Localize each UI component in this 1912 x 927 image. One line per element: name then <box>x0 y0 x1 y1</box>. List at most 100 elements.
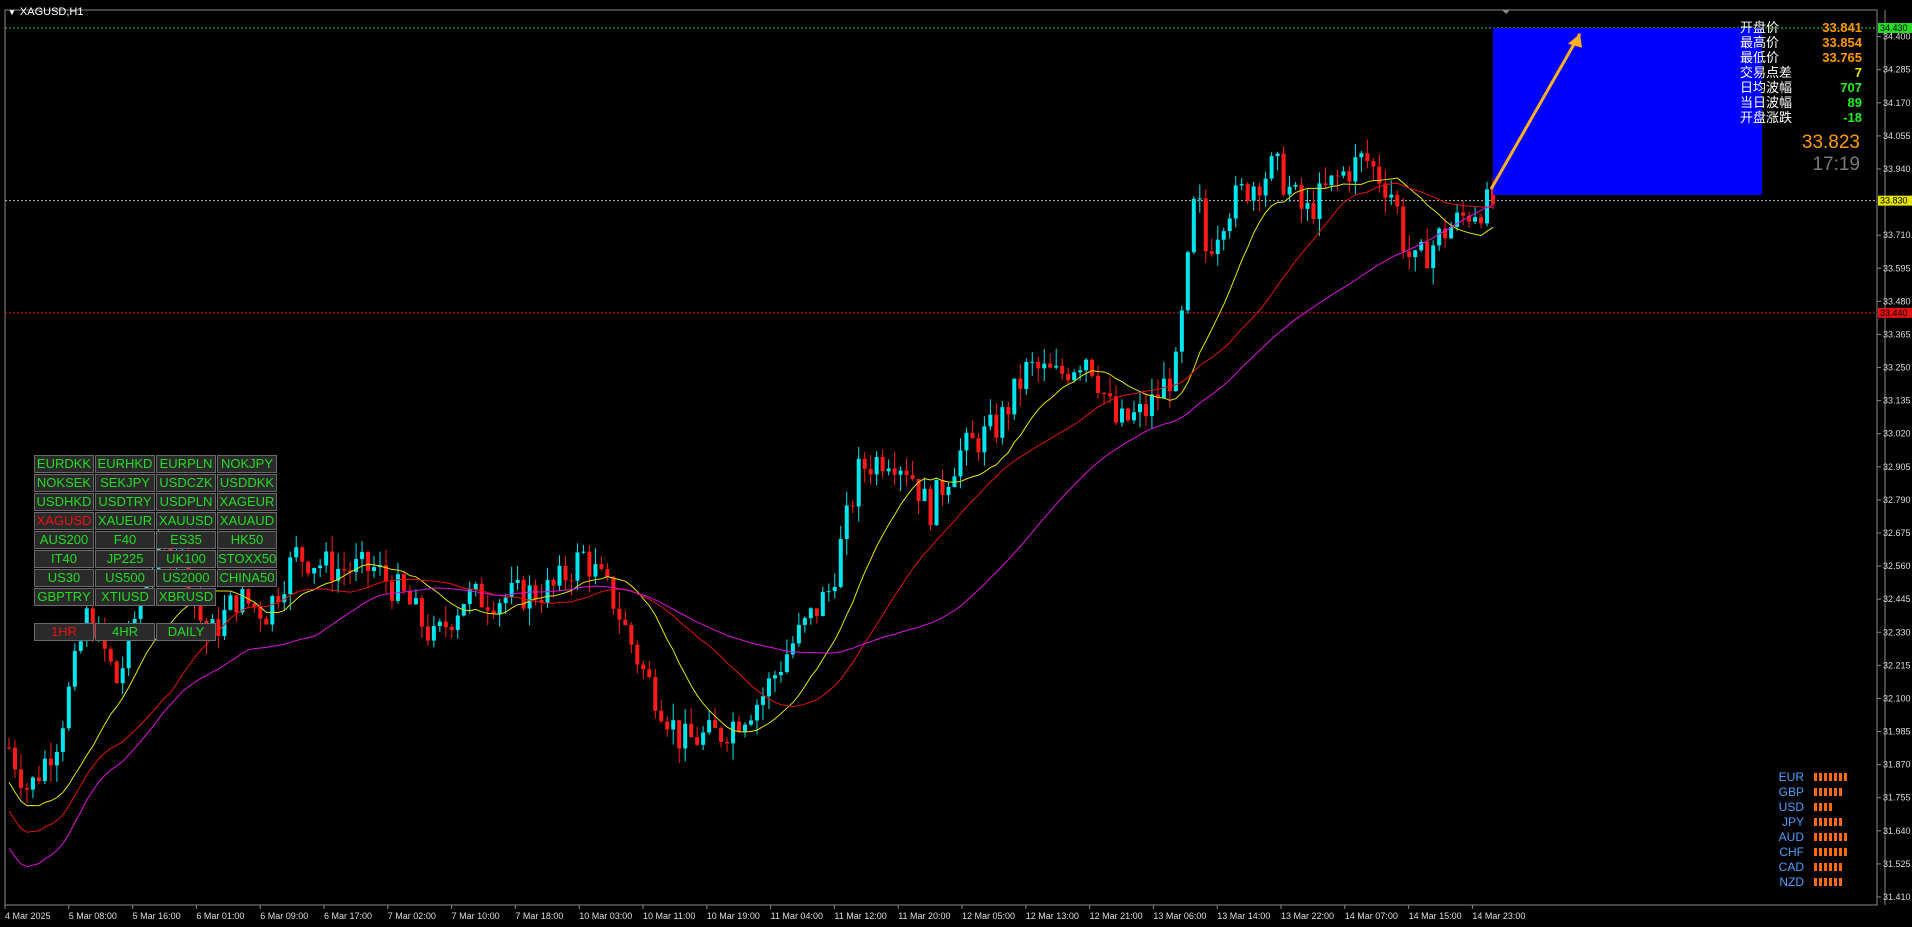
candle-body <box>1072 372 1077 381</box>
y-tick-label: 34.170 <box>1883 98 1911 108</box>
x-tick-label: 13 Mar 22:00 <box>1281 911 1334 921</box>
x-tick-label: 11 Mar 20:00 <box>898 911 950 921</box>
candle-body <box>1479 217 1484 224</box>
symbol-button-us30[interactable]: US30 <box>34 569 94 587</box>
symbol-button-usddkk[interactable]: USDDKK <box>217 474 277 492</box>
candle-body <box>557 565 562 586</box>
candle-body <box>1473 217 1478 222</box>
strength-bar <box>1824 802 1827 811</box>
symbol-button-es35[interactable]: ES35 <box>156 531 216 549</box>
timeframe-button-1hr[interactable]: 1HR <box>34 623 94 641</box>
candle-body <box>1203 198 1208 252</box>
strength-bar <box>1844 832 1847 841</box>
strength-bar <box>1834 772 1837 781</box>
candle-body <box>874 456 879 475</box>
candle-body <box>922 488 927 502</box>
currency-name: EUR <box>1778 769 1804 784</box>
y-tick-label: 33.135 <box>1883 396 1911 406</box>
candle-body <box>1311 203 1316 220</box>
candle-body <box>701 732 706 745</box>
symbol-button-it40[interactable]: IT40 <box>34 550 94 568</box>
candle-body <box>18 769 23 789</box>
symbol-button-nokjpy[interactable]: NOKJPY <box>217 455 277 473</box>
strength-bar <box>1839 787 1842 796</box>
symbol-button-grid: EURDKK EURHKD EURPLN NOKJPY NOKSEK SEKJPY USDC… <box>34 455 277 606</box>
price-chart[interactable]: 34.400 34.285 34.170 34.055 33.940 33.710 33.5… <box>0 0 1912 927</box>
candle-body <box>904 470 909 476</box>
strength-bar <box>1824 787 1827 796</box>
symbol-button-usdhkd[interactable]: USDHKD <box>34 493 94 511</box>
dropdown-triangle-icon[interactable]: ▼ <box>8 8 16 17</box>
y-tick-label: 33.595 <box>1883 263 1911 273</box>
symbol-button-usdczk[interactable]: USDCZK <box>156 474 216 492</box>
candle-body <box>1257 186 1262 196</box>
symbol-button-f40[interactable]: F40 <box>95 531 155 549</box>
symbol-button-us500[interactable]: US500 <box>95 569 155 587</box>
candle-body <box>611 576 616 609</box>
symbol-button-gbptry[interactable]: GBPTRY <box>34 588 94 606</box>
symbol-button-xaueur[interactable]: XAUEUR <box>95 512 155 530</box>
candle-body <box>1329 175 1334 186</box>
symbol-button-xbrusd[interactable]: XBRUSD <box>156 588 216 606</box>
candle-body <box>288 557 293 595</box>
symbol-button-xauusd[interactable]: XAUUSD <box>156 512 216 530</box>
symbol-button-eurhkd[interactable]: EURHKD <box>95 455 155 473</box>
candle-body <box>1012 378 1017 415</box>
y-tick-label: 32.675 <box>1883 528 1911 538</box>
candle-body <box>1227 218 1232 232</box>
candle-body <box>1054 365 1059 368</box>
x-tick-label: 10 Mar 19:00 <box>707 911 760 921</box>
strength-bar <box>1824 832 1827 841</box>
timeframe-button-4hr[interactable]: 4HR <box>95 623 155 641</box>
strength-bar <box>1814 817 1817 826</box>
timeframe-button-daily[interactable]: DAILY <box>156 623 216 641</box>
strength-bar <box>1839 817 1842 826</box>
symbol-button-china50[interactable]: CHINA50 <box>217 569 277 587</box>
strength-bar <box>1814 802 1817 811</box>
candle-body <box>1191 198 1196 253</box>
candle-body <box>970 432 975 439</box>
candle-body <box>401 574 406 591</box>
symbol-button-xauaud[interactable]: XAUAUD <box>217 512 277 530</box>
y-tick-label: 33.365 <box>1883 329 1911 339</box>
symbol-button-xageur[interactable]: XAGEUR <box>217 493 277 511</box>
currency-name: CAD <box>1778 859 1804 874</box>
symbol-button-aus200[interactable]: AUS200 <box>34 531 94 549</box>
symbol-button-xtiusd[interactable]: XTIUSD <box>95 588 155 606</box>
candle-body <box>617 608 622 620</box>
currency-name: CHF <box>1779 844 1804 859</box>
candle-body <box>60 728 65 752</box>
symbol-button-eurdkk[interactable]: EURDKK <box>34 455 94 473</box>
symbol-button-usdtry[interactable]: USDTRY <box>95 493 155 511</box>
symbol-button-sekjpy[interactable]: SEKJPY <box>95 474 155 492</box>
symbol-button-jp225[interactable]: JP225 <box>95 550 155 568</box>
candle-body <box>707 720 712 733</box>
strength-bars <box>1814 787 1842 796</box>
info-label: 开盘价 <box>1740 20 1780 35</box>
symbol-button-us2000[interactable]: US2000 <box>156 569 216 587</box>
strength-bar <box>1824 772 1827 781</box>
candle-body <box>760 696 765 705</box>
symbol-button-hk50[interactable]: HK50 <box>217 531 277 549</box>
symbol-button-stoxx50[interactable]: STOXX50 <box>217 550 277 568</box>
candle-body <box>1425 241 1430 269</box>
symbol-button-noksek[interactable]: NOKSEK <box>34 474 94 492</box>
candle-body <box>826 591 831 593</box>
candle-body <box>910 475 915 479</box>
symbol-button-xagusd[interactable]: XAGUSD <box>34 512 94 530</box>
candle-body <box>772 675 777 679</box>
currency-row-eur: EUR <box>1768 769 1888 784</box>
candle-body <box>7 747 11 749</box>
symbol-button-uk100[interactable]: UK100 <box>156 550 216 568</box>
chart-symbol-title[interactable]: ▼ XAGUSD,H1 <box>8 6 84 18</box>
info-label: 当日波幅 <box>1740 95 1793 110</box>
candle-body <box>54 751 59 766</box>
currency-row-jpy: JPY <box>1768 814 1888 829</box>
x-tick-label: 12 Mar 13:00 <box>1026 911 1079 921</box>
symbol-button-usdpln[interactable]: USDPLN <box>156 493 216 511</box>
candle-body <box>1461 212 1466 216</box>
symbol-button-eurpln[interactable]: EURPLN <box>156 455 216 473</box>
y-tick-label: 32.445 <box>1883 594 1911 604</box>
candle-body <box>318 565 323 568</box>
y-tick-label: 34.285 <box>1883 65 1911 75</box>
